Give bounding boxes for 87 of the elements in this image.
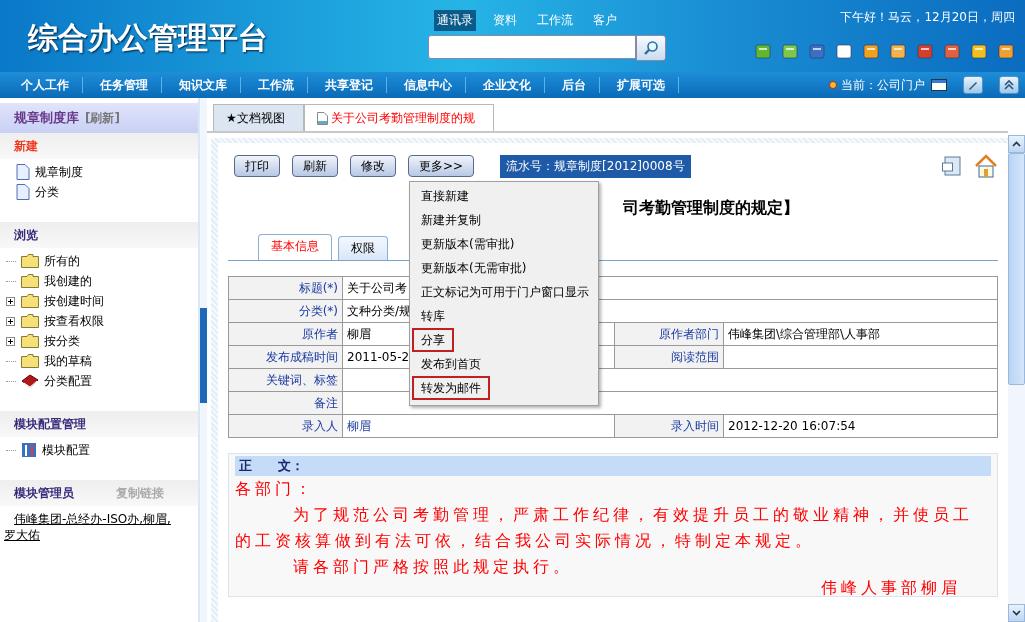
field-label: 录入人 [228, 414, 343, 438]
field-value: 2012-12-20 16:07:54 [723, 414, 998, 438]
admin-link[interactable]: 伟峰集团-总经办-ISO办, [14, 512, 144, 526]
menu-item[interactable]: 直接新建 [412, 184, 478, 208]
sidebar-item[interactable]: 按分类 [44, 332, 80, 350]
nav-item[interactable]: 工作流 [245, 77, 308, 93]
sidebar-item[interactable]: 模块配置 [42, 441, 90, 459]
signature-text: 伟峰人事部柳眉 [820, 580, 962, 596]
search-tab[interactable]: 通讯录 [434, 10, 476, 31]
nav-item[interactable]: 知识文库 [166, 77, 241, 93]
search-field[interactable] [428, 35, 636, 59]
dot-icon [829, 81, 837, 89]
sidebar-item[interactable]: 所有的 [44, 252, 80, 270]
toolbar-button[interactable]: 刷新 [292, 155, 338, 177]
sidebar-item[interactable]: 按查看权限 [44, 312, 104, 330]
menu-item[interactable]: 新建并复制 [412, 208, 490, 232]
section-heading: 模块管理员 [14, 485, 74, 502]
sidebar-title: 规章制度库 [14, 109, 79, 127]
serial-number-label: 流水号：规章制度[2012]0008号 [500, 154, 691, 178]
body-paragraph: 为了规范公司考勤管理，严肃工作纪律，有效提升员工的敬业精神，并使员工的工资核算做到有法可依，结合我公司实际情况，特制定本规定。 [235, 504, 974, 552]
expand-icon[interactable] [6, 336, 15, 346]
toolbar-button[interactable]: 打印 [234, 155, 280, 177]
book-icon [21, 374, 39, 388]
field-label: 关键词、标签 [228, 368, 343, 392]
nav-item[interactable]: 后台 [549, 77, 600, 93]
field-label: 分类(*) [228, 299, 343, 323]
document-window-icon[interactable] [942, 156, 962, 176]
admin-link[interactable]: 柳眉, [143, 512, 171, 526]
search-icon [643, 40, 659, 56]
field-value: 伟峰集团\综合管理部\人事部 [723, 322, 998, 346]
greeting-text: 下午好！马云，12月20日，周四 [840, 9, 1015, 26]
chevron-up-icon [1003, 79, 1015, 91]
logo: 综合办公管理平台 [27, 19, 269, 57]
sidebar-item[interactable]: 我创建的 [44, 272, 92, 290]
chevron-down-icon [1012, 610, 1021, 616]
document-title: 司考勤管理制度的规定】 [623, 198, 799, 219]
sidebar-item[interactable]: 按创建时间 [44, 292, 104, 310]
field-label: 备注 [228, 391, 343, 415]
document-icon [16, 184, 30, 200]
body-heading: 正 文： [239, 458, 304, 473]
search-button[interactable] [636, 35, 666, 61]
folder-icon [21, 354, 39, 368]
folder-icon [21, 294, 39, 308]
document-icon [16, 164, 30, 180]
folder-icon [21, 274, 39, 288]
current-portal-text: 当前：公司门户 [841, 76, 925, 94]
salutation-text: 各部门： [235, 478, 316, 500]
window-icon[interactable] [931, 79, 947, 91]
menu-item[interactable]: 更新版本(需审批) [412, 232, 524, 256]
section-heading: 模块配置管理 [0, 411, 198, 437]
document-tab[interactable]: 关于公司考勤管理制度的规 [303, 104, 494, 131]
field-label: 原作者 [228, 322, 343, 346]
sidebar-item[interactable]: 分类 [35, 183, 59, 201]
field-label: 发布成稿时间 [228, 345, 343, 369]
document-tab[interactable]: ★文档视图 [213, 104, 304, 131]
section-heading: 浏览 [0, 222, 198, 248]
folder-icon [21, 314, 39, 328]
body-paragraph: 请各部门严格按照此规定执行。 [291, 556, 574, 578]
info-tab[interactable]: 权限 [338, 236, 388, 260]
expand-icon[interactable] [6, 296, 15, 306]
info-tab[interactable]: 基本信息 [258, 234, 332, 260]
field-label: 标题(*) [228, 276, 343, 300]
field-value: 柳眉 [342, 414, 615, 438]
menu-item[interactable]: 转发为邮件 [412, 376, 490, 400]
splitter[interactable] [200, 98, 207, 622]
folder-icon [21, 254, 39, 268]
folder-icon [21, 334, 39, 348]
section-heading: 新建 [0, 133, 198, 159]
document-icon [316, 111, 328, 125]
menu-item[interactable]: 分享 [412, 328, 454, 352]
nav-item[interactable]: 个人工作 [8, 77, 83, 93]
admin-link[interactable]: 罗大佑 [4, 528, 40, 542]
nav-item[interactable]: 任务管理 [87, 77, 162, 93]
collapse-button[interactable] [999, 76, 1019, 94]
expand-icon[interactable] [6, 316, 15, 326]
nav-item[interactable]: 企业文化 [470, 77, 545, 93]
chevron-up-icon [1012, 141, 1021, 147]
toolbar-button[interactable]: 更多>> [408, 155, 475, 177]
pin-button[interactable] [963, 76, 983, 94]
sidebar-item[interactable]: 分类配置 [44, 372, 92, 390]
sidebar-item[interactable]: 规章制度 [35, 163, 83, 181]
toolbar-button[interactable]: 修改 [350, 155, 396, 177]
nav-item[interactable]: 共享登记 [312, 77, 387, 93]
nav-item[interactable]: 信息中心 [391, 77, 466, 93]
sidebar-item[interactable]: 我的草稿 [44, 352, 92, 370]
scrollbar[interactable] [1008, 135, 1025, 622]
nav-item[interactable]: 扩展可选 [604, 77, 679, 93]
